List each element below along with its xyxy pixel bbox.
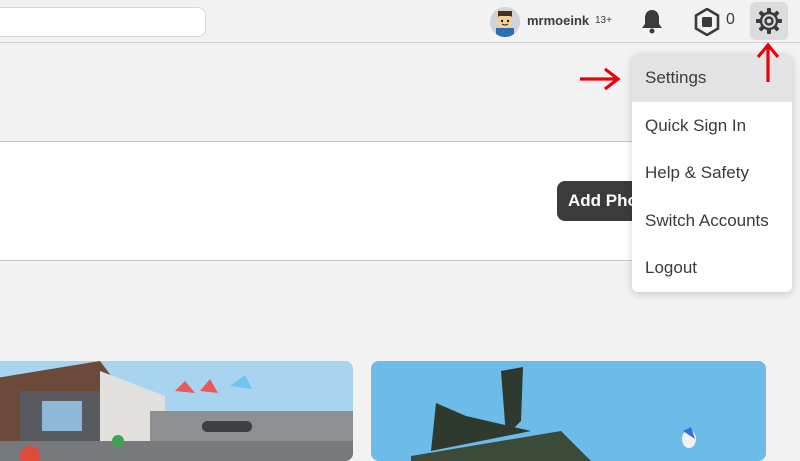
menu-item-quick-sign-in[interactable]: Quick Sign In	[632, 102, 792, 150]
robux-count: 0	[726, 11, 735, 28]
settings-dropdown-menu: Settings Quick Sign In Help & Safety Swi…	[632, 54, 792, 292]
game-thumbnail[interactable]	[371, 361, 766, 461]
menu-item-logout[interactable]: Logout	[632, 244, 792, 292]
menu-item-help-safety[interactable]: Help & Safety	[632, 149, 792, 197]
building-scene-image	[0, 361, 353, 461]
notifications-button[interactable]	[638, 8, 666, 34]
robux-button[interactable]	[693, 7, 721, 37]
age-badge: 13+	[595, 15, 612, 26]
avatar-icon	[490, 7, 520, 37]
avatar[interactable]	[490, 7, 520, 37]
menu-item-switch-accounts[interactable]: Switch Accounts	[632, 197, 792, 245]
settings-button[interactable]	[750, 2, 788, 40]
game-thumbnail[interactable]	[0, 361, 353, 461]
search-input[interactable]	[0, 7, 206, 37]
robux-icon	[694, 7, 720, 37]
arrow-right-icon	[580, 67, 621, 91]
airplane-scene-image	[371, 361, 766, 461]
bell-icon	[642, 10, 662, 34]
top-nav-bar: mrmoeink 13+ 0	[0, 0, 800, 43]
arrow-up-icon	[756, 42, 780, 82]
username-label[interactable]: mrmoeink	[527, 13, 589, 28]
gear-icon	[756, 8, 782, 34]
